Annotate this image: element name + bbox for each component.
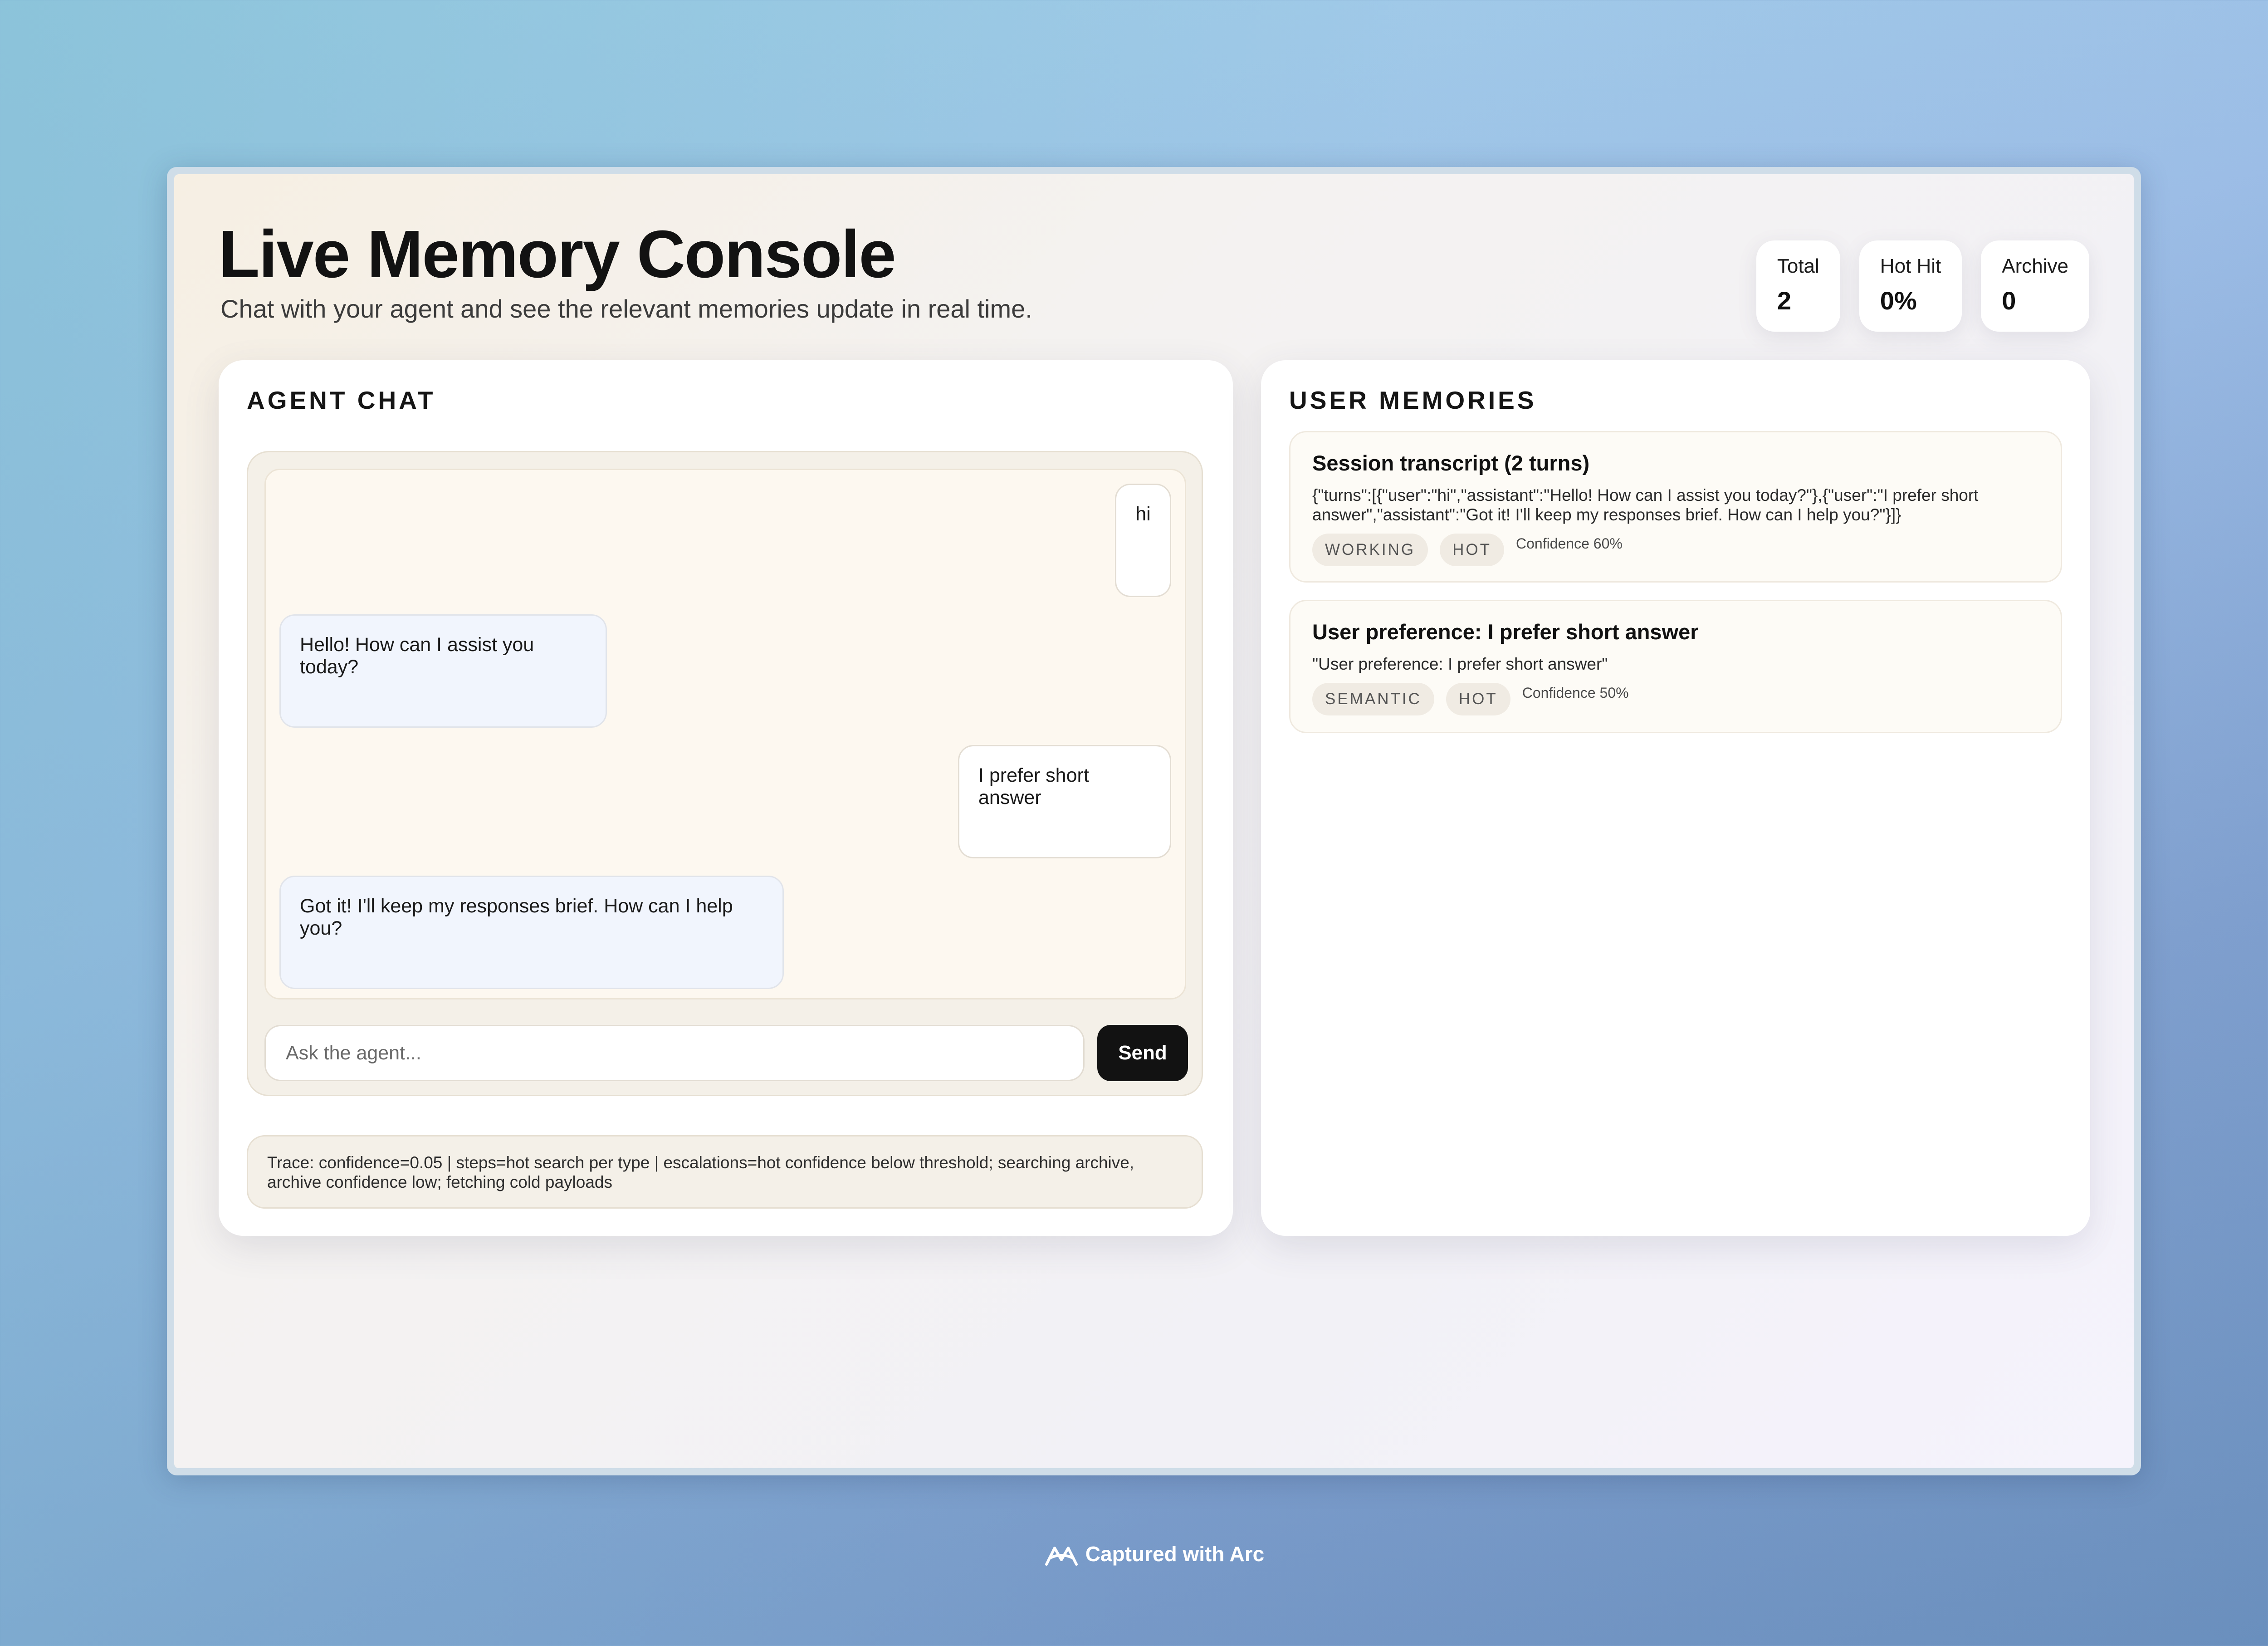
user-message: hi xyxy=(1115,484,1171,597)
chat-container: hi Hello! How can I assist you today? I … xyxy=(247,451,1203,1096)
user-message: I prefer short answer xyxy=(958,745,1171,858)
page-subtitle: Chat with your agent and see the relevan… xyxy=(220,294,1032,323)
memory-title: Session transcript (2 turns) xyxy=(1312,451,1590,475)
memory-type-tag: WORKING xyxy=(1312,534,1428,566)
memory-type-tag: SEMANTIC xyxy=(1312,683,1434,715)
stat-hot-hit: Hot Hit 0% xyxy=(1859,240,1962,332)
page-header: Live Memory Console Chat with your agent… xyxy=(219,220,1032,323)
stat-value: 2 xyxy=(1777,286,1791,315)
message-list[interactable]: hi Hello! How can I assist you today? I … xyxy=(264,469,1186,999)
memory-item[interactable]: User preference: I prefer short answer "… xyxy=(1289,600,2062,733)
memory-confidence: Confidence 50% xyxy=(1522,685,1629,701)
memory-tier-tag: HOT xyxy=(1440,534,1504,566)
arc-logo-icon xyxy=(1045,1547,1078,1566)
stat-value: 0% xyxy=(1880,286,1917,315)
stat-label: Hot Hit xyxy=(1880,255,1941,277)
memory-tags: WORKING HOT Confidence 60% xyxy=(1312,534,2039,566)
memory-body: {"turns":[{"user":"hi","assistant":"Hell… xyxy=(1312,486,1979,524)
agent-chat-panel: AGENT CHAT hi Hello! How can I assist yo… xyxy=(219,360,1233,1236)
browser-window: Live Memory Console Chat with your agent… xyxy=(167,167,2141,1475)
stat-label: Total xyxy=(1777,255,1819,277)
panel-title: USER MEMORIES xyxy=(1289,386,1537,414)
page-title: Live Memory Console xyxy=(219,217,896,292)
trace-info: Trace: confidence=0.05 | steps=hot searc… xyxy=(247,1135,1203,1209)
user-memories-panel: USER MEMORIES Session transcript (2 turn… xyxy=(1261,360,2090,1236)
stat-archive: Archive 0 xyxy=(1981,240,2089,332)
footer-label: Captured with Arc xyxy=(1085,1542,1265,1566)
memory-tags: SEMANTIC HOT Confidence 50% xyxy=(1312,683,2039,715)
memory-item[interactable]: Session transcript (2 turns) {"turns":[{… xyxy=(1289,431,2062,583)
memory-body: "User preference: I prefer short answer" xyxy=(1312,655,1608,673)
page: Live Memory Console Chat with your agent… xyxy=(174,174,2134,1468)
panel-title: AGENT CHAT xyxy=(247,386,436,414)
assistant-message: Hello! How can I assist you today? xyxy=(279,614,607,728)
memory-title: User preference: I prefer short answer xyxy=(1312,620,1699,644)
memory-tier-tag: HOT xyxy=(1446,683,1510,715)
stat-value: 0 xyxy=(2002,286,2016,315)
assistant-message: Got it! I'll keep my responses brief. Ho… xyxy=(279,876,784,989)
capture-footer: Captured with Arc xyxy=(0,1542,2268,1570)
stat-label: Archive xyxy=(2002,255,2068,277)
memory-confidence: Confidence 60% xyxy=(1516,535,1623,552)
send-button[interactable]: Send xyxy=(1097,1025,1188,1081)
stats-bar: Total 2 Hot Hit 0% Archive 0 xyxy=(1756,240,2089,332)
stat-total: Total 2 xyxy=(1756,240,1840,332)
chat-input[interactable] xyxy=(264,1025,1085,1081)
